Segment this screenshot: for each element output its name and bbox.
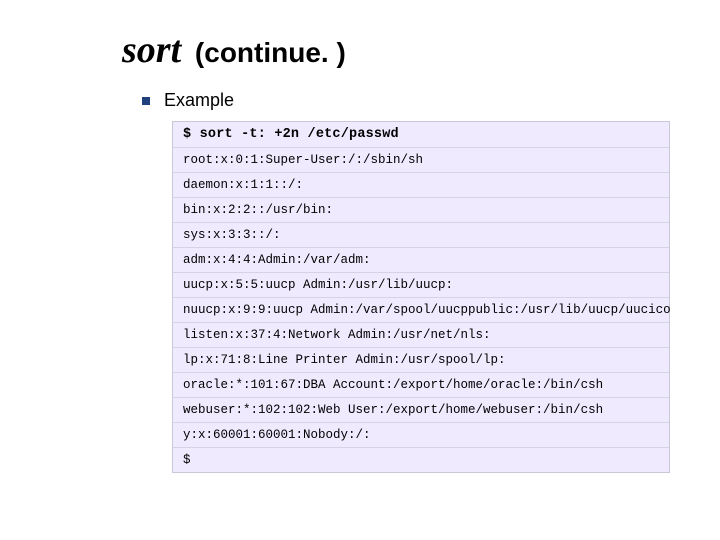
slide: sort (continue. ) Example $ sort -t: +2n… [0,0,720,540]
code-line: daemon:x:1:1::/: [173,173,669,198]
code-line: listen:x:37:4:Network Admin:/usr/net/nls… [173,323,669,348]
code-line: adm:x:4:4:Admin:/var/adm: [173,248,669,273]
code-line: nuucp:x:9:9:uucp Admin:/var/spool/uucppu… [173,298,669,323]
code-line: lp:x:71:8:Line Printer Admin:/usr/spool/… [173,348,669,373]
bullet-label: Example [164,90,234,111]
code-line: y:x:60001:60001:Nobody:/: [173,423,669,448]
code-line: sys:x:3:3::/: [173,223,669,248]
slide-body: Example $ sort -t: +2n /etc/passwd root:… [142,90,680,473]
title-command: sort [122,29,181,71]
bullet-row: Example [142,90,680,111]
code-line: bin:x:2:2::/usr/bin: [173,198,669,223]
code-line: oracle:*:101:67:DBA Account:/export/home… [173,373,669,398]
code-line: $ sort -t: +2n /etc/passwd [173,122,669,148]
title-suffix: (continue. ) [187,37,346,68]
code-line: uucp:x:5:5:uucp Admin:/usr/lib/uucp: [173,273,669,298]
code-line: $ [173,448,669,472]
slide-title: sort (continue. ) [122,28,680,72]
code-line: root:x:0:1:Super-User:/:/sbin/sh [173,148,669,173]
code-block: $ sort -t: +2n /etc/passwd root:x:0:1:Su… [172,121,670,473]
code-line: webuser:*:102:102:Web User:/export/home/… [173,398,669,423]
bullet-icon [142,97,150,105]
